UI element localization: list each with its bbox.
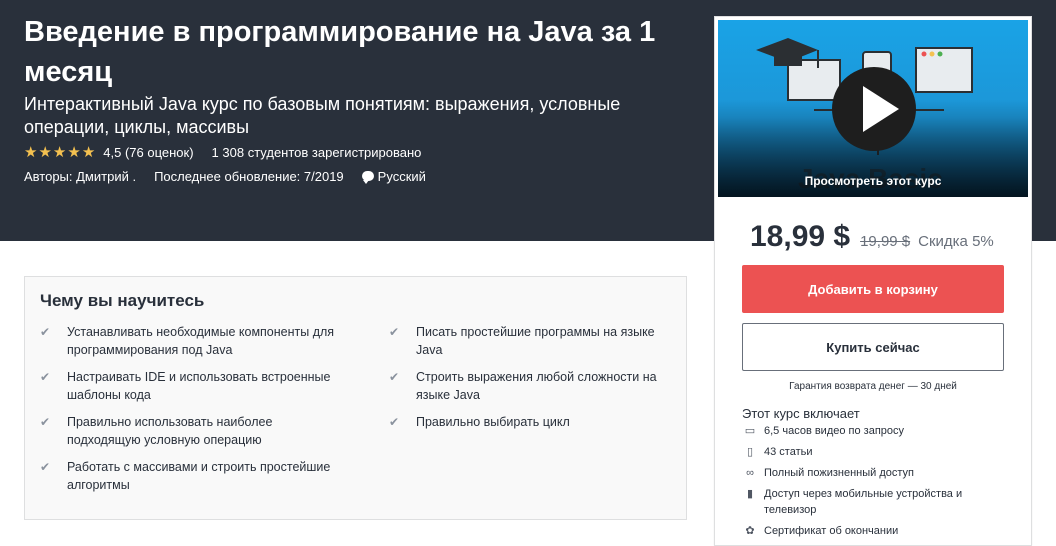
include-text: Сертификат об окончании [764, 525, 899, 537]
learn-item-text: Настраивать IDE и использовать встроенны… [67, 370, 331, 402]
authors[interactable]: Авторы: Дмитрий . [24, 169, 136, 184]
list-item: ✔ Правильно использовать наиболее подходя… [40, 413, 340, 449]
rating-stars: ★ ★ ★ ★ ★ [24, 145, 95, 160]
list-item: ✔ Строить выражения любой сложности на яз… [389, 368, 679, 404]
infinity-icon: ∞ [746, 467, 754, 479]
purchase-card: Java Basic Просмотреть этот курс 18,99 $… [714, 16, 1032, 546]
list-item: ✔ Правильно выбирать цикл [389, 413, 679, 431]
half-star-icon: ★ [81, 143, 96, 161]
file-icon: ▯ [746, 446, 754, 458]
list-item: ∞ Полный пожизненный доступ [742, 465, 1004, 481]
includes-list: ▭ 6,5 часов видео по запросу ▯ 43 статьи ∞… [742, 423, 1004, 544]
learn-item-text: Правильно использовать наиболее подходящ… [67, 415, 273, 447]
money-back-guarantee: Гарантия возврата денег — 30 дней [789, 381, 957, 392]
add-to-cart-button[interactable]: Добавить в корзину [742, 265, 1004, 313]
video-icon: ▭ [744, 425, 756, 437]
course-language: Русский [377, 168, 426, 184]
learn-list-left: ✔ Устанавливать необходимые компоненты дл… [40, 323, 340, 503]
meta-row: Авторы: Дмитрий . Последнее обновление: … [24, 167, 426, 185]
check-icon: ✔ [389, 325, 400, 339]
star-icon: ★ [38, 143, 52, 161]
last-updated: Последнее обновление: 7/2019 [154, 168, 344, 184]
list-item: ✔ Писать простейшие программы на языке Ja… [389, 323, 679, 359]
check-icon: ✔ [40, 325, 51, 339]
original-price: 19,99 $ [860, 233, 911, 250]
star-icon: ★ [24, 143, 38, 161]
rating-text[interactable]: 4,5 (76 оценок) [103, 145, 193, 160]
speech-bubble-icon [361, 171, 374, 184]
rating-row: ★ ★ ★ ★ ★ 4,5 (76 оценок) 1 308 студенто… [24, 143, 421, 161]
list-item: ✔ Устанавливать необходимые компоненты дл… [40, 323, 340, 359]
check-icon: ✔ [40, 460, 51, 474]
check-icon: ✔ [40, 370, 51, 384]
list-item: ▭ 6,5 часов видео по запросу [742, 423, 1004, 439]
list-item: ✔ Работать с массивами и строить простейш… [40, 458, 340, 494]
learn-title: Чему вы научитесь [40, 291, 205, 310]
star-icon: ★ [67, 143, 81, 161]
include-text: 43 статьи [764, 446, 813, 458]
check-icon: ✔ [40, 415, 51, 429]
include-text: 6,5 часов видео по запросу [764, 425, 905, 437]
certificate-icon: ✿ [745, 525, 755, 537]
buy-now-button[interactable]: Купить сейчас [742, 323, 1004, 371]
course-subtitle: Интерактивный Java курс по базовым понят… [24, 94, 621, 137]
learn-item-text: Писать простейшие программы на языке Jav… [416, 325, 655, 357]
learn-item-text: Устанавливать необходимые компоненты для… [67, 325, 335, 357]
current-price: 18,99 $ [750, 220, 851, 253]
list-item: ▯ 43 статьи [742, 444, 1004, 460]
play-icon [863, 86, 899, 132]
check-icon: ✔ [389, 415, 400, 429]
learn-list-right: ✔ Писать простейшие программы на языке Ja… [389, 323, 679, 440]
list-item: ✔ Настраивать IDE и использовать встроенн… [40, 368, 340, 404]
learn-item-text: Работать с массивами и строить простейши… [67, 460, 331, 492]
students-count: 1 308 студентов зарегистрировано [211, 144, 422, 160]
learn-item-text: Правильно выбирать цикл [416, 415, 570, 429]
list-item: ▮ Доступ через мобильные устройства и тел… [742, 486, 1004, 518]
includes-title: Этот курс включает [742, 406, 860, 421]
star-icon: ★ [52, 143, 67, 161]
discount-label: Скидка 5% [918, 233, 994, 250]
include-text: Доступ через мобильные устройства и теле… [764, 488, 963, 516]
check-icon: ✔ [389, 370, 400, 384]
preview-label: Просмотреть этот курс [804, 174, 942, 188]
mobile-icon: ▮ [746, 488, 754, 500]
learn-item-text: Строить выражения любой сложности на язы… [416, 370, 657, 402]
list-item: ✿ Сертификат об окончании [742, 523, 1004, 539]
course-title: Введение в программирование на Java за 1… [24, 16, 656, 88]
course-preview[interactable]: Java Basic Просмотреть этот курс [718, 20, 1028, 197]
include-text: Полный пожизненный доступ [764, 467, 914, 479]
price-row: 18,99 $ 19,99 $ Скидка 5% [750, 220, 994, 254]
what-you-will-learn: Чему вы научитесь ✔ Устанавливать необход… [24, 276, 687, 520]
